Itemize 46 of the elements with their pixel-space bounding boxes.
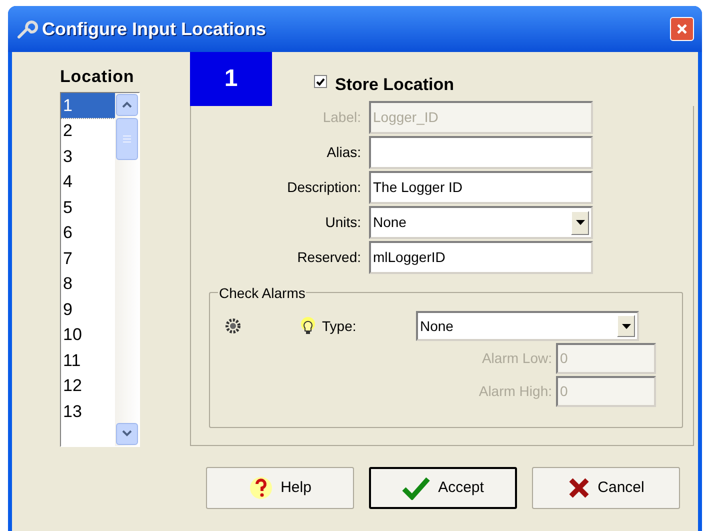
accept-button[interactable]: Accept bbox=[369, 467, 517, 509]
help-button[interactable]: Help bbox=[206, 467, 354, 509]
scrollbar[interactable] bbox=[115, 92, 139, 446]
wrench-icon bbox=[16, 18, 38, 40]
type-label: Type: bbox=[322, 316, 358, 336]
location-list-item[interactable]: 4 bbox=[61, 169, 115, 194]
field-label: Alarm High: bbox=[478, 382, 553, 401]
type-dropdown[interactable]: None bbox=[416, 311, 639, 341]
field-label: Alias: bbox=[326, 143, 362, 162]
checkmark-icon bbox=[402, 476, 430, 500]
gear-icon bbox=[224, 317, 242, 335]
location-heading: Location bbox=[60, 66, 136, 88]
location-number: 1 bbox=[190, 52, 272, 106]
close-button[interactable] bbox=[670, 17, 694, 41]
field-label: Units: bbox=[324, 213, 362, 232]
scroll-thumb[interactable] bbox=[116, 118, 138, 160]
input-field[interactable] bbox=[369, 136, 593, 169]
field-label: Alarm Low: bbox=[482, 349, 553, 368]
field-label: Description: bbox=[286, 178, 362, 197]
location-list-item[interactable]: 3 bbox=[61, 144, 115, 169]
location-list-item[interactable]: 12 bbox=[61, 373, 115, 398]
scroll-down-button[interactable] bbox=[116, 422, 138, 444]
close-icon bbox=[676, 23, 688, 35]
location-list-item[interactable]: 6 bbox=[61, 220, 115, 246]
units-dropdown[interactable]: None bbox=[369, 206, 593, 239]
question-mark-icon bbox=[248, 476, 273, 500]
field-label: Label: bbox=[322, 108, 362, 127]
window-title: Configure Input Locations bbox=[42, 18, 266, 41]
light-bulb-icon bbox=[300, 316, 316, 336]
scroll-up-button[interactable] bbox=[116, 94, 138, 116]
store-location-label: Store Location bbox=[335, 74, 454, 96]
field-label: Reserved: bbox=[296, 248, 362, 267]
location-list-item[interactable]: 2 bbox=[61, 118, 115, 144]
location-list-item[interactable]: 8 bbox=[61, 271, 115, 296]
location-list-item[interactable]: 10 bbox=[61, 322, 115, 348]
x-icon bbox=[568, 477, 590, 499]
cancel-button[interactable]: Cancel bbox=[532, 467, 680, 509]
location-list-item[interactable]: 1 bbox=[61, 92, 115, 118]
location-list-item[interactable]: 7 bbox=[61, 246, 115, 271]
location-list-item[interactable]: 11 bbox=[61, 348, 115, 373]
input-field[interactable]: mlLoggerID bbox=[369, 241, 593, 274]
location-list-item[interactable]: 9 bbox=[61, 296, 115, 322]
location-list-item[interactable]: 5 bbox=[61, 194, 115, 220]
location-list-item[interactable]: 13 bbox=[61, 398, 115, 424]
input-field[interactable]: The Logger ID bbox=[369, 171, 593, 204]
store-location-checkbox[interactable] bbox=[314, 75, 327, 88]
